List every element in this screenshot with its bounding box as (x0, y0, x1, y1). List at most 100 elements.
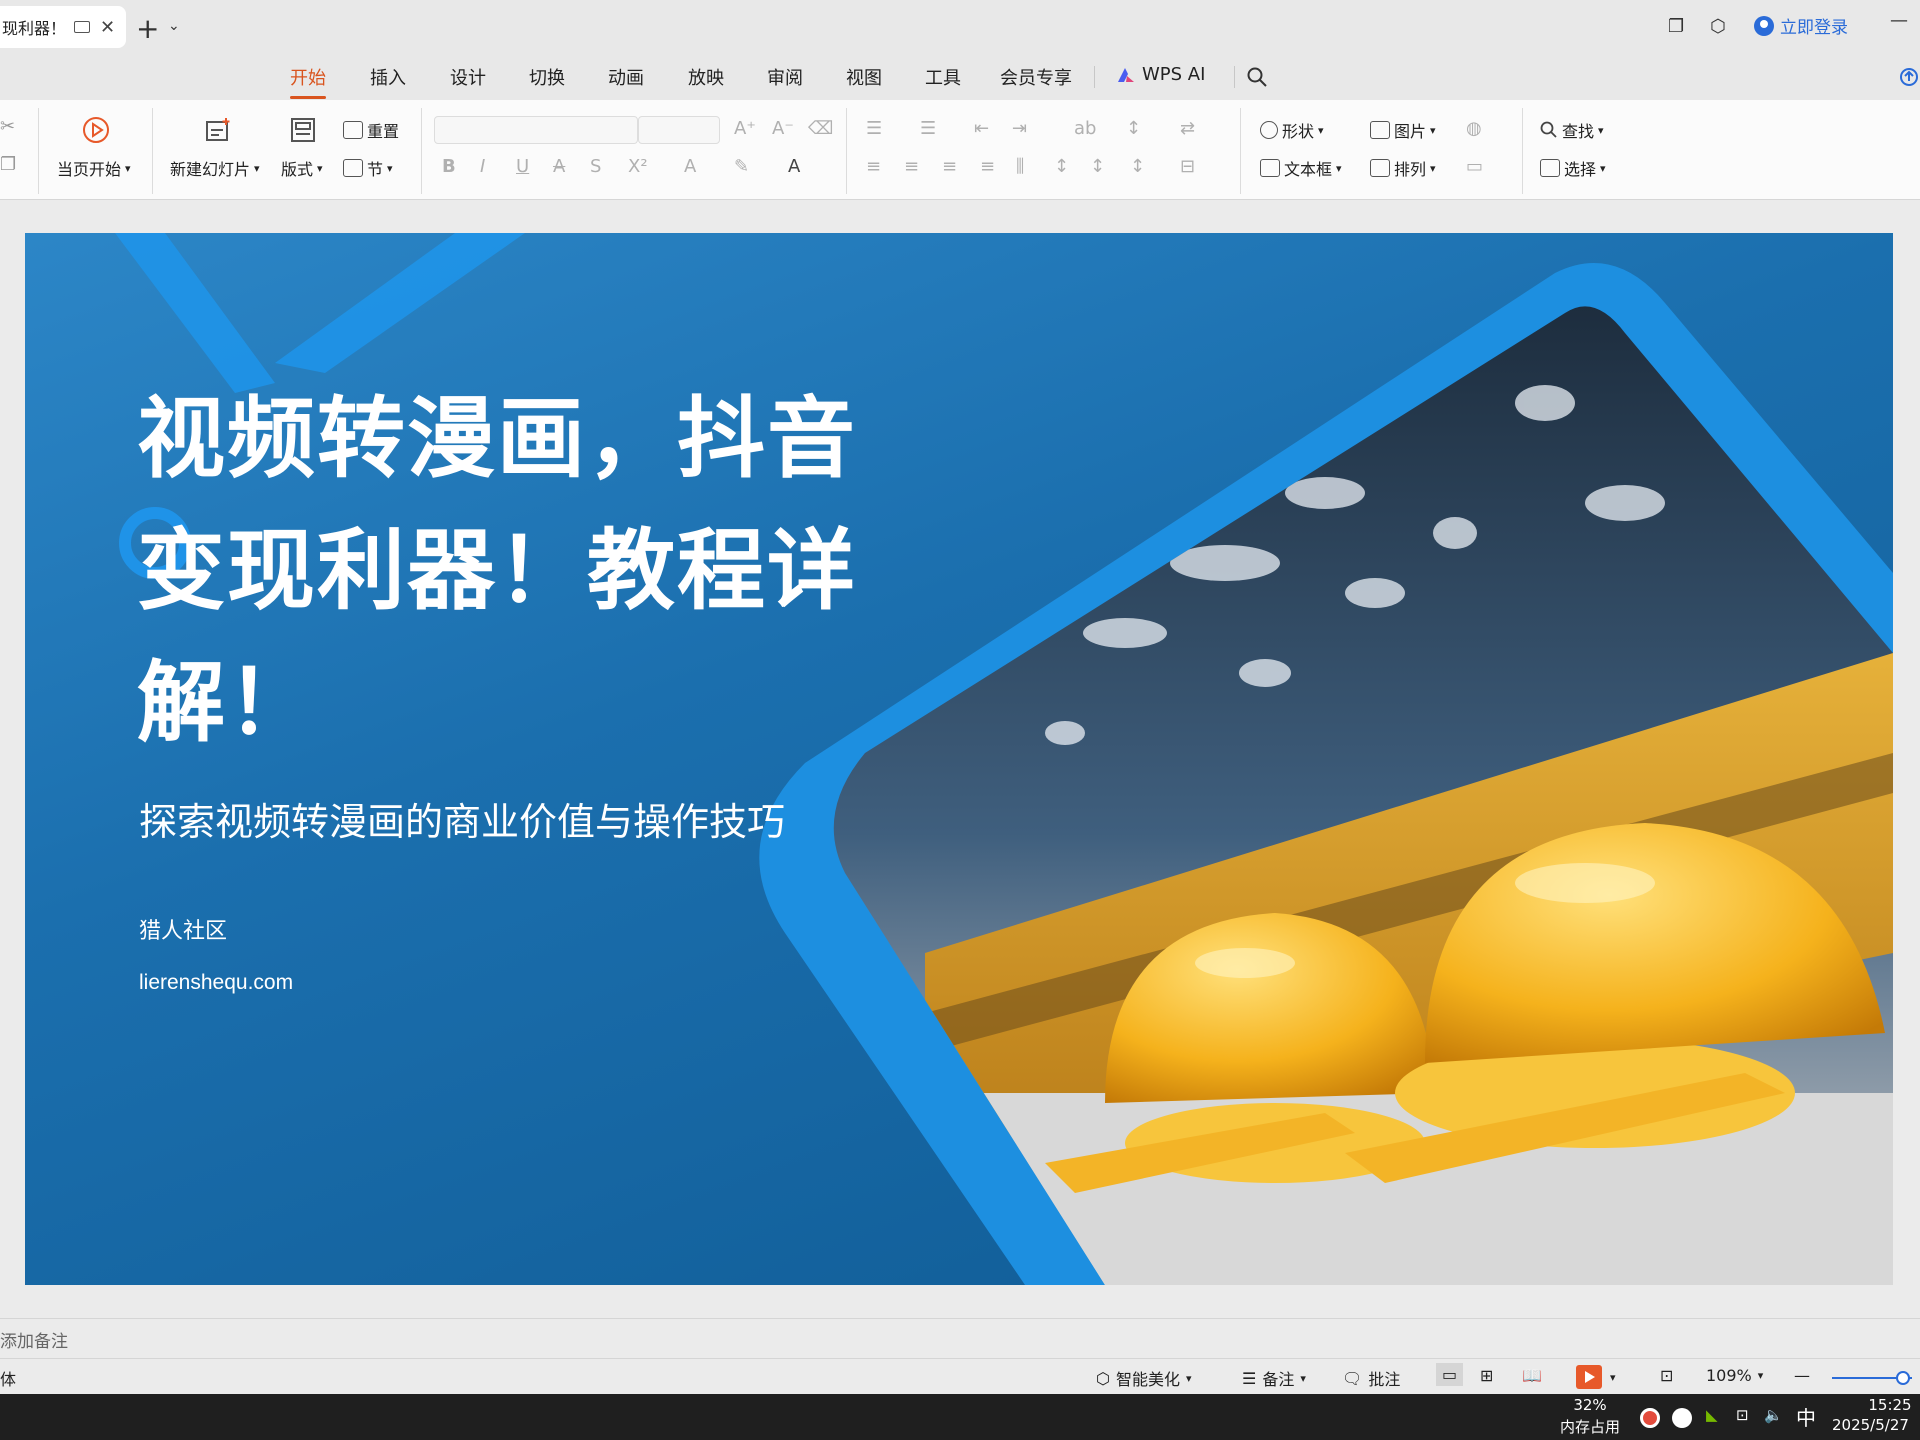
new-slide-icon[interactable] (204, 116, 232, 144)
tab-member[interactable]: 会员专享 (1000, 64, 1072, 90)
cloud-upload-icon[interactable] (1898, 66, 1920, 88)
font-size-select[interactable] (638, 116, 720, 144)
zoom-select[interactable]: 109% ▾ (1706, 1366, 1763, 1385)
slide-subtitle[interactable]: 探索视频转漫画的商业价值与操作技巧 (139, 791, 785, 846)
picture-button[interactable]: 图片 ▾ (1370, 118, 1436, 142)
ribbon-divider (421, 108, 422, 194)
phonetic-icon[interactable]: A (788, 156, 800, 177)
font-grow-icon[interactable]: A⁺ (734, 118, 756, 139)
line-spacing-icon[interactable]: ↕ (1054, 156, 1069, 177)
textbox-button[interactable]: 文本框 ▾ (1260, 156, 1342, 180)
close-icon[interactable]: ✕ (100, 17, 115, 38)
tab-view[interactable]: 视图 (846, 64, 882, 90)
paragraph-spacing-icon[interactable]: ↕ (1090, 156, 1105, 177)
minimize-icon[interactable]: — (1890, 10, 1908, 31)
section-button[interactable]: 节 ▾ (343, 156, 393, 180)
from-current-button[interactable]: 当页开始 ▾ (57, 156, 131, 180)
tab-tools[interactable]: 工具 (925, 64, 961, 90)
select-button[interactable]: 选择 ▾ (1540, 156, 1606, 180)
document-tab[interactable]: 现利器！ ✕ (0, 6, 126, 48)
copy-icon[interactable]: ❐ (0, 154, 16, 175)
strikethrough-icon[interactable]: A (553, 156, 565, 177)
login-button[interactable]: 立即登录 (1754, 13, 1848, 38)
normal-view-icon[interactable]: ▭ (1436, 1363, 1464, 1386)
tab-animation[interactable]: 动画 (608, 64, 644, 90)
chevron-down-icon[interactable]: ⌄ (168, 18, 180, 34)
play-circle-icon[interactable] (82, 116, 110, 144)
bold-icon[interactable]: B (442, 156, 456, 177)
font-shrink-icon[interactable]: A⁻ (772, 118, 794, 139)
app-tray-icon[interactable] (1672, 1408, 1692, 1428)
fit-window-icon[interactable]: ⊡ (1660, 1366, 1673, 1385)
slide-canvas[interactable]: 视频转漫画，抖音变现利器！教程详解！ 探索视频转漫画的商业价值与操作技巧 猎人社… (25, 233, 1893, 1285)
search-icon[interactable] (1246, 66, 1268, 88)
new-tab-icon[interactable]: + (136, 12, 159, 45)
increase-indent-icon[interactable]: ⇥ (1012, 118, 1027, 139)
cut-icon[interactable]: ✂ (0, 116, 15, 137)
tab-slideshow[interactable]: 放映 (688, 64, 724, 90)
font-color-icon[interactable]: A (684, 156, 696, 177)
arrange-icon (1370, 159, 1390, 177)
clock-time[interactable]: 15:25 (1860, 1396, 1920, 1414)
align-left-icon[interactable]: ≡ (866, 156, 881, 177)
arrange-button[interactable]: 排列 ▾ (1370, 156, 1436, 180)
justify-icon[interactable]: ≡ (980, 156, 995, 177)
shape-label: 形状 (1282, 122, 1315, 141)
slide-organization[interactable]: 猎人社区 (139, 913, 227, 945)
record-icon[interactable] (1640, 1408, 1660, 1428)
slide-title[interactable]: 视频转漫画，抖音变现利器！教程详解！ (137, 373, 897, 769)
zoom-out-icon[interactable]: — (1794, 1366, 1810, 1385)
superscript-icon[interactable]: X² (628, 156, 648, 177)
window-icon[interactable]: ❐ (1668, 16, 1684, 37)
layout-button[interactable]: 版式 ▾ (281, 156, 323, 180)
distribute-icon[interactable]: ⫼ (1016, 156, 1024, 177)
bullet-list-icon[interactable]: ☰ (866, 118, 882, 139)
sort-icon[interactable]: ↕ (1126, 118, 1141, 139)
new-slide-button[interactable]: 新建幻灯片 ▾ (170, 156, 260, 180)
clock-date[interactable]: 2025/5/27 (1832, 1416, 1920, 1434)
underline-icon[interactable]: U (516, 156, 529, 177)
beautify-button[interactable]: ⬡ 智能美化 ▾ (1096, 1366, 1192, 1390)
text-direction-icon[interactable]: ab (1074, 118, 1096, 139)
italic-icon[interactable]: I (480, 156, 485, 177)
tab-transition[interactable]: 切换 (529, 64, 565, 90)
monitor-icon[interactable] (74, 21, 91, 33)
zoom-value: 109% (1706, 1366, 1752, 1385)
slide-url[interactable]: lierenshequ.com (139, 971, 293, 995)
numbered-list-icon[interactable]: ☰ (920, 118, 936, 139)
decrease-indent-icon[interactable]: ⇤ (974, 118, 989, 139)
slide-sorter-icon[interactable]: ⊞ (1480, 1366, 1493, 1385)
font-family-select[interactable] (434, 116, 638, 144)
align-right-icon[interactable]: ≡ (942, 156, 957, 177)
tab-review[interactable]: 审阅 (767, 64, 803, 90)
fill-icon[interactable]: ◍ (1466, 118, 1482, 139)
play-options-chevron-icon[interactable]: ▾ (1610, 1371, 1616, 1384)
layout-icon[interactable] (289, 116, 317, 144)
shape-button[interactable]: 形状 ▾ (1260, 118, 1324, 142)
shadow-icon[interactable]: S (590, 156, 601, 177)
tab-insert[interactable]: 插入 (370, 64, 406, 90)
convert-icon[interactable]: ⇄ (1180, 118, 1195, 139)
align-center-icon[interactable]: ≡ (904, 156, 919, 177)
find-button[interactable]: 查找 ▾ (1540, 118, 1604, 142)
reset-button[interactable]: 重置 (343, 118, 399, 142)
text-align-vertical-icon[interactable]: ⊟ (1180, 156, 1195, 177)
highlight-icon[interactable]: ✎ (734, 156, 749, 177)
reading-view-icon[interactable]: 📖 (1522, 1366, 1542, 1385)
cube-icon[interactable]: ⬡ (1710, 16, 1726, 37)
comments-button[interactable]: 🗨 批注 (1342, 1366, 1400, 1390)
notes-toggle-button[interactable]: ☰ 备注 ▾ (1242, 1366, 1306, 1390)
outline-icon[interactable]: ▭ (1466, 156, 1483, 177)
columns-icon[interactable]: ↕ (1130, 156, 1145, 177)
zoom-slider-thumb[interactable] (1896, 1371, 1910, 1385)
tab-home[interactable]: 开始 (290, 64, 326, 99)
wps-ai-button[interactable]: WPS AI (1116, 64, 1205, 85)
network-icon[interactable]: ⊡ (1736, 1406, 1749, 1424)
eraser-icon[interactable]: ⌫ (808, 118, 833, 139)
notes-pane[interactable]: 添加备注 (0, 1318, 1920, 1358)
tab-design[interactable]: 设计 (450, 64, 486, 90)
ime-indicator[interactable]: 中 (1796, 1402, 1816, 1431)
nvidia-icon[interactable]: ◣ (1706, 1406, 1718, 1424)
volume-icon[interactable]: 🔈 (1764, 1406, 1783, 1424)
play-slideshow-button[interactable] (1576, 1365, 1602, 1389)
